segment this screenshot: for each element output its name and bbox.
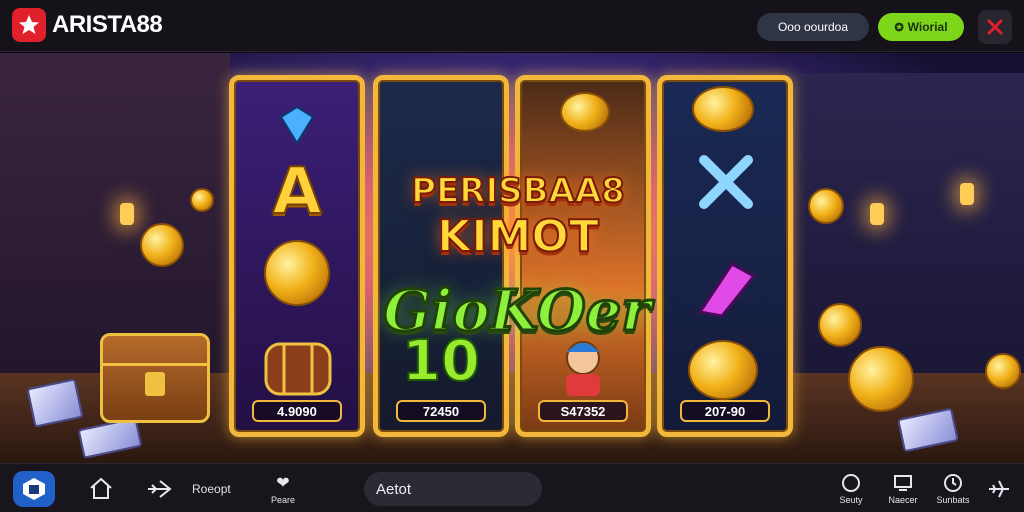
tool-button-3[interactable]: Sunbats <box>932 469 974 509</box>
brand-logo[interactable]: ARISTA88 <box>12 8 163 42</box>
reel-2-value: 72450 <box>396 400 486 422</box>
coin-icon <box>264 240 330 306</box>
reel-1-value: 4.9090 <box>252 400 342 422</box>
reel-column-4: 207-90 <box>657 75 793 437</box>
tool-button-2[interactable]: Naecer <box>882 469 924 509</box>
game-banner[interactable]: A 4.9090 10 72450 S47352 207-90 PERISBAA… <box>0 53 1024 463</box>
report-label[interactable]: Roeopt <box>192 482 231 496</box>
tool-button-1[interactable]: Seuty <box>830 469 872 509</box>
barrel-icon <box>260 338 336 400</box>
lantern-icon <box>960 183 974 205</box>
coin-icon <box>688 340 758 400</box>
reel-symbol-letter: A <box>271 154 323 230</box>
lantern-icon <box>870 203 884 225</box>
coin-icon <box>818 303 862 347</box>
game-subhead: GioKOer <box>382 277 653 346</box>
coin-icon <box>985 353 1021 389</box>
fighter-jet-icon <box>989 480 1009 498</box>
treasure-chest-icon <box>100 333 210 423</box>
coin-icon <box>692 86 754 132</box>
home-badge-icon <box>23 478 45 500</box>
chest-lid <box>103 336 207 366</box>
reel-4-value: 207-90 <box>680 400 770 422</box>
favorites-button[interactable]: ❤ Peare <box>262 469 304 509</box>
reel-3-value: S47352 <box>538 400 628 422</box>
coin-icon <box>808 188 844 224</box>
game-headline-line-2: KIMOT <box>436 210 600 263</box>
search-field[interactable]: Aetot <box>364 472 542 506</box>
tool-label-2: Naecer <box>888 495 918 505</box>
home-button[interactable] <box>86 474 116 504</box>
clock-icon <box>944 474 962 492</box>
leaf-icon: ✪ <box>894 21 904 34</box>
bottom-nav-bar: Roeopt ❤ Peare Aetot Seuty Naecer Sunbat… <box>0 463 1024 512</box>
game-headline-line-1: PERISBAA8 <box>410 170 626 212</box>
tool-label-1: Seuty <box>839 495 863 505</box>
home-badge-button[interactable] <box>13 471 55 507</box>
airplane-icon <box>148 480 172 498</box>
top-header: ARISTA88 Ooo oourdoa ✪ Wiorial <box>0 0 1024 52</box>
lantern-icon <box>120 203 134 225</box>
coin-icon <box>190 188 214 212</box>
close-button[interactable] <box>978 10 1012 44</box>
crossed-axes-icon <box>694 150 758 214</box>
monitor-icon <box>894 475 912 491</box>
reel-column-1: A 4.9090 <box>229 75 365 437</box>
tool-label-3: Sunbats <box>936 495 970 505</box>
chat-icon <box>842 474 860 492</box>
house-icon <box>90 477 112 499</box>
coin-icon <box>140 223 184 267</box>
airplane-button[interactable] <box>144 474 174 504</box>
brand-name: ARISTA88 <box>52 11 163 38</box>
reel-symbol-gem <box>272 100 322 150</box>
fighter-jet-button[interactable] <box>984 474 1014 504</box>
close-icon <box>987 19 1003 35</box>
logo-star-icon <box>12 8 46 42</box>
coin-icon <box>560 92 610 132</box>
header-cta-label: Wiorial <box>907 20 948 34</box>
chest-lock-icon <box>145 372 165 396</box>
header-account-button[interactable]: Ooo oourdoa <box>757 13 869 41</box>
favorites-label: Peare <box>270 495 296 505</box>
page: ARISTA88 Ooo oourdoa ✪ Wiorial A 4.9090 … <box>0 0 1024 512</box>
background-house-right <box>794 73 1024 393</box>
heart-icon: ❤ <box>276 475 290 492</box>
header-cta-button[interactable]: ✪ Wiorial <box>878 13 964 41</box>
coin-icon <box>848 346 914 412</box>
magenta-gem-icon <box>692 256 762 320</box>
